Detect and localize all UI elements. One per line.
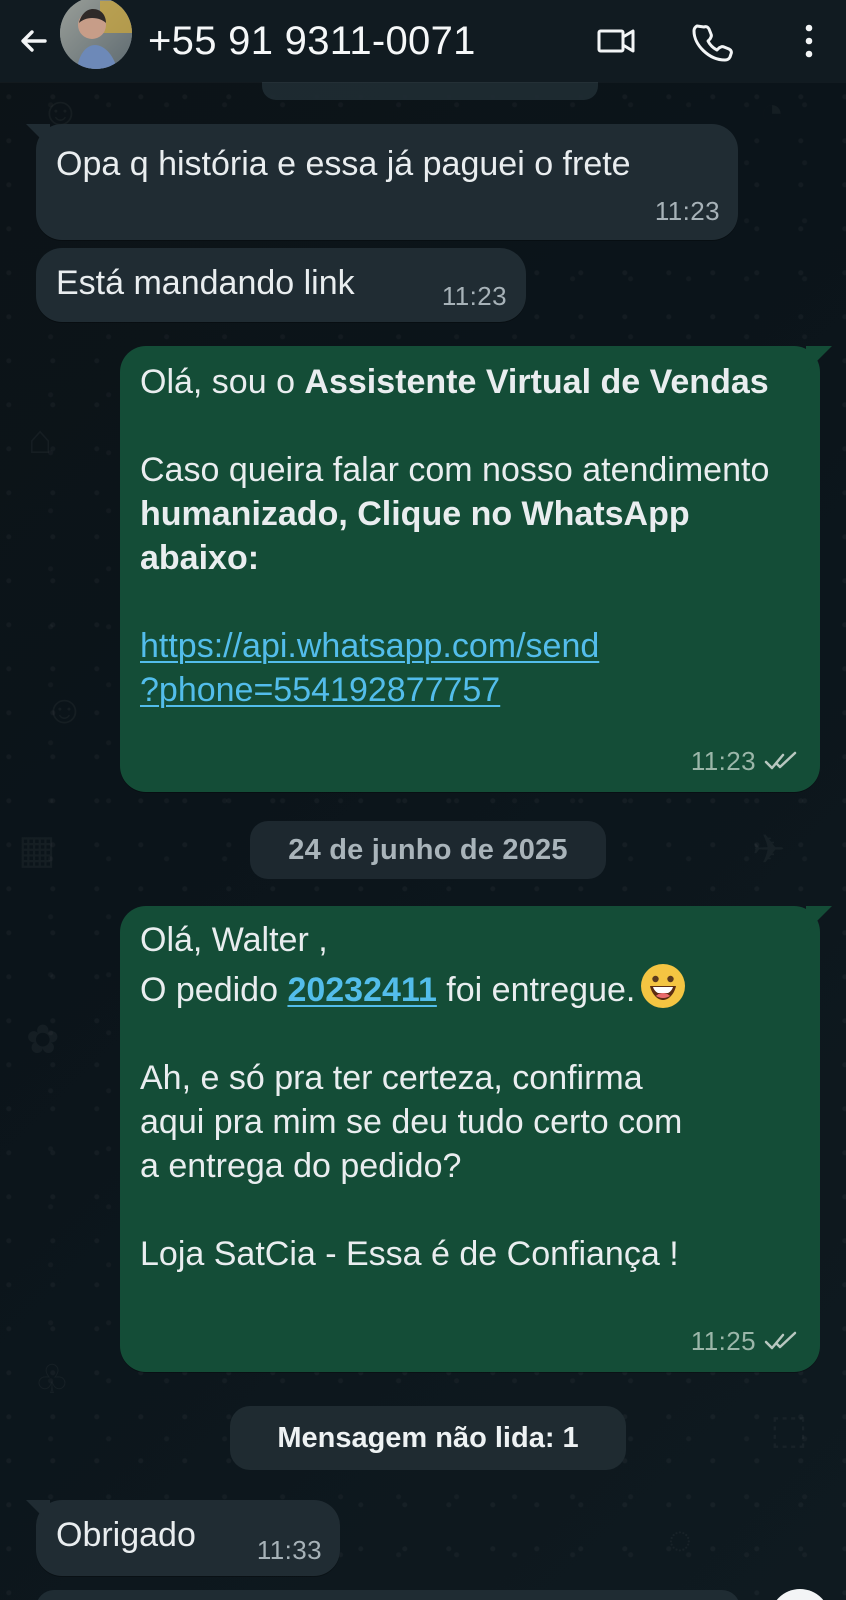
message-spacer xyxy=(140,1012,790,1056)
order-number-link[interactable]: 20232411 xyxy=(287,971,436,1009)
message-line: Olá, Walter , xyxy=(140,921,328,959)
message-time: 11:25 xyxy=(690,1326,756,1356)
message-bold-text: humanizado, Clique no WhatsApp abaixo: xyxy=(140,495,690,577)
message-bold-text: Assistente Virtual de Vendas xyxy=(304,363,769,401)
incoming-message[interactable]: Está mandando link 11:23 xyxy=(36,248,526,322)
message-time: 11:23 xyxy=(690,746,756,776)
phone-call-icon xyxy=(692,24,733,62)
message-time: 11:33 xyxy=(256,1535,322,1565)
message-text: foi entregue. xyxy=(436,971,636,1009)
whatsapp-link-line-2[interactable]: ?phone=554192877757 xyxy=(140,668,784,712)
message-text: Está mandando link xyxy=(56,264,355,302)
message-time: 11:23 xyxy=(441,281,507,311)
double-check-icon xyxy=(764,1331,797,1350)
whatsapp-link-line-1[interactable]: https://api.whatsapp.com/send xyxy=(140,624,784,668)
message-meta: 11:25 xyxy=(691,1328,798,1354)
chat-header: +55 91 9311-0071 xyxy=(0,0,846,82)
message-content: Olá, Walter , O pedido 20232411 foi entr… xyxy=(140,918,790,1276)
message-spacer xyxy=(140,580,784,624)
back-arrow-icon xyxy=(21,30,47,52)
more-options-button[interactable] xyxy=(788,20,830,62)
grinning-face-emoji-icon xyxy=(641,964,686,1008)
message-text: Opa q história e essa já paguei o frete xyxy=(56,145,631,183)
double-check-icon xyxy=(764,751,797,770)
message-line: Ah, e só pra ter certeza, confirma xyxy=(140,1059,643,1097)
message-text: Olá, sou o xyxy=(140,363,305,401)
outgoing-message[interactable]: Olá, Walter , O pedido 20232411 foi entr… xyxy=(120,906,820,1372)
more-options-icon xyxy=(805,24,813,58)
back-button[interactable] xyxy=(12,19,56,63)
previous-date-chip-remnant xyxy=(262,82,598,100)
whatsapp-chat-screen: ☺ ◔ ⌂ ☺ ▦ ✈ ✿ ⬚ ♧ ◌ xyxy=(0,0,846,1600)
header-actions xyxy=(596,20,830,62)
message-line: a entrega do pedido? xyxy=(140,1147,462,1185)
avatar-image xyxy=(60,0,132,69)
incoming-message[interactable]: Opa q história e essa já paguei o frete … xyxy=(36,124,738,240)
video-call-button[interactable] xyxy=(596,20,638,62)
unread-message-banner: Mensagem não lida: 1 xyxy=(230,1406,626,1470)
message-input-bar-remnant xyxy=(36,1590,740,1600)
outgoing-message[interactable]: Olá, sou o Assistente Virtual de Vendas … xyxy=(120,346,820,792)
message-line: aqui pra mim se deu tudo certo com xyxy=(140,1103,683,1141)
message-content: Olá, sou o Assistente Virtual de Vendas … xyxy=(140,360,784,712)
message-text: Caso queira falar com nosso atendimento xyxy=(140,451,770,489)
message-meta: 11:23 xyxy=(691,748,798,774)
message-spacer xyxy=(140,1188,790,1232)
message-line-with-order: O pedido 20232411 foi entregue. xyxy=(140,962,790,1012)
contact-avatar[interactable] xyxy=(60,0,132,69)
incoming-message[interactable]: Obrigado 11:33 xyxy=(36,1500,340,1576)
contact-phone-number[interactable]: +55 91 9311-0071 xyxy=(148,21,476,61)
message-text: O pedido xyxy=(140,971,288,1009)
message-line: Loja SatCia - Essa é de Confiança ! xyxy=(140,1235,679,1273)
message-spacer xyxy=(140,404,784,448)
date-separator: 24 de junho de 2025 xyxy=(250,821,606,879)
voice-call-button[interactable] xyxy=(692,20,734,62)
message-time: 11:23 xyxy=(654,196,720,226)
video-call-icon xyxy=(597,29,635,53)
message-text: Obrigado xyxy=(56,1516,196,1554)
floating-action-button-remnant xyxy=(770,1589,830,1600)
